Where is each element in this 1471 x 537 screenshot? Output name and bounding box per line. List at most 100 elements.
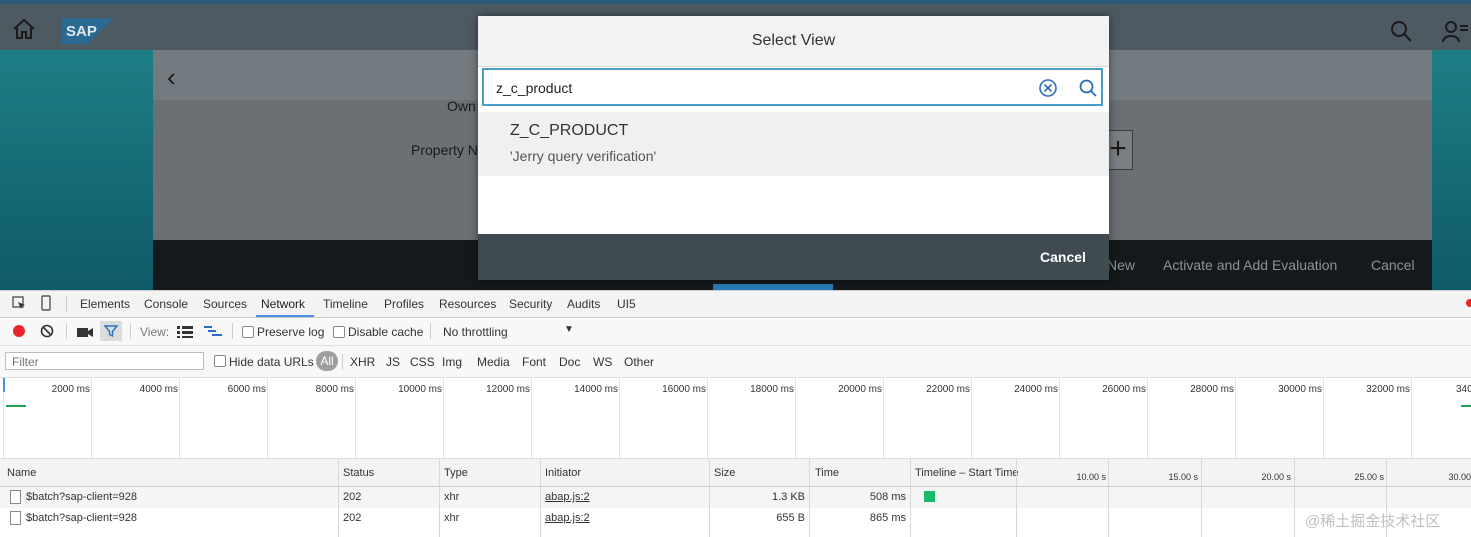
filter-type-ws[interactable]: WS (593, 355, 612, 369)
search-icon[interactable] (1078, 78, 1098, 98)
overview-waterfall-icon[interactable] (204, 325, 222, 343)
filter-type-xhr[interactable]: XHR (350, 355, 375, 369)
overview-gridline (1235, 378, 1236, 458)
throttling-select[interactable]: No throttling (443, 325, 508, 339)
column-divider[interactable] (338, 459, 339, 537)
column-divider[interactable] (439, 459, 440, 537)
waterfall-gridline (1294, 459, 1295, 537)
tab-audits[interactable]: Audits (567, 297, 600, 311)
tab-console[interactable]: Console (144, 297, 188, 311)
tab-network[interactable]: Network (261, 297, 305, 311)
column-header-initiator[interactable]: Initiator (545, 467, 581, 479)
tab-resources[interactable]: Resources (439, 297, 496, 311)
preserve-log-checkbox[interactable] (242, 326, 254, 338)
overview-gridline (795, 378, 796, 458)
waterfall-gridline (1016, 459, 1017, 537)
overview-gridline (1059, 378, 1060, 458)
file-icon (10, 490, 21, 504)
column-header-timeline[interactable]: Timeline – Start Time (915, 467, 1019, 479)
request-status: 202 (343, 491, 362, 503)
filter-bar: Hide data URLs All XHR JS CSS Img Media … (0, 346, 1471, 378)
column-header-time[interactable]: Time (815, 467, 839, 479)
chevron-down-icon[interactable]: ▼ (564, 324, 574, 335)
table-row[interactable]: $batch?sap-client=928 202 xhr abap.js:2 … (0, 487, 1471, 508)
filter-toggle-button[interactable] (100, 321, 122, 341)
column-header-type[interactable]: Type (444, 467, 468, 479)
waterfall-tick: 25.00 s (1354, 472, 1384, 482)
overview-tick: 6000 ms (227, 384, 266, 395)
clear-icon[interactable] (1038, 78, 1058, 98)
toolbar-separator (232, 323, 233, 339)
column-divider[interactable] (709, 459, 710, 537)
filter-type-media[interactable]: Media (477, 355, 510, 369)
select-view-dialog: Select View Z_C_PRODUCT 'Jerry query ver… (478, 16, 1109, 280)
hide-data-urls-checkbox[interactable] (214, 355, 226, 367)
back-icon[interactable]: ‹ (167, 62, 176, 93)
table-row[interactable]: $batch?sap-client=928 202 xhr abap.js:2 … (0, 508, 1471, 529)
column-divider[interactable] (910, 459, 911, 537)
overview-tick: 8000 ms (315, 384, 354, 395)
waterfall-tick: 30.00 (1448, 472, 1471, 482)
column-header-size[interactable]: Size (714, 467, 735, 479)
overview-gridline (883, 378, 884, 458)
tab-elements[interactable]: Elements (80, 297, 130, 311)
view-item-description: 'Jerry query verification' (510, 148, 657, 164)
user-menu-icon[interactable] (1442, 18, 1468, 44)
filter-type-other[interactable]: Other (624, 355, 654, 369)
shell-search-icon[interactable] (1388, 18, 1414, 44)
dialog-cancel-button[interactable]: Cancel (1040, 249, 1086, 265)
overview-gridline (531, 378, 532, 458)
tab-profiles[interactable]: Profiles (384, 297, 424, 311)
record-icon[interactable] (12, 324, 26, 343)
filter-type-all[interactable]: All (316, 351, 338, 371)
overview-gridline (1147, 378, 1148, 458)
waterfall-tick: 10.00 s (1076, 472, 1106, 482)
overview-tick: 16000 ms (662, 384, 706, 395)
column-header-status[interactable]: Status (343, 467, 374, 479)
column-header-name[interactable]: Name (7, 467, 36, 479)
activate-add-evaluation-button[interactable]: Activate and Add Evaluation (1163, 257, 1337, 273)
property-name-label: Property N (411, 142, 478, 158)
tab-timeline[interactable]: Timeline (323, 297, 368, 311)
column-divider[interactable] (809, 459, 810, 537)
footer-cancel-button[interactable]: Cancel (1371, 257, 1415, 273)
filter-type-js[interactable]: JS (386, 355, 400, 369)
overview-tick: 340 (1456, 384, 1471, 395)
toolbar-separator (66, 323, 67, 339)
filter-type-doc[interactable]: Doc (559, 355, 580, 369)
tab-ui5[interactable]: UI5 (617, 297, 636, 311)
devtools-panel: Elements Console Sources Network Timelin… (0, 290, 1471, 537)
home-icon[interactable] (12, 18, 36, 40)
waterfall-tick: 20.00 s (1261, 472, 1291, 482)
left-background-pane (0, 50, 153, 290)
disable-cache-checkbox[interactable] (333, 326, 345, 338)
dialog-header: Select View (478, 16, 1109, 67)
overview-gridline (1411, 378, 1412, 458)
clear-log-icon[interactable] (40, 324, 54, 343)
tab-sources[interactable]: Sources (203, 297, 247, 311)
request-initiator-link[interactable]: abap.js:2 (545, 512, 590, 524)
filter-field[interactable] (5, 352, 204, 370)
view-search-input[interactable] (494, 78, 1018, 98)
filter-type-img[interactable]: Img (442, 355, 462, 369)
request-size: 655 B (776, 512, 805, 524)
new-button[interactable]: New (1107, 257, 1135, 273)
large-rows-icon[interactable] (177, 325, 193, 343)
view-list-item[interactable]: Z_C_PRODUCT 'Jerry query verification' (478, 112, 1109, 176)
device-mode-icon[interactable] (40, 295, 52, 316)
dialog-footer: Cancel (478, 234, 1109, 280)
capture-screenshots-icon[interactable] (77, 325, 93, 343)
view-search-field[interactable] (482, 68, 1103, 106)
filter-type-css[interactable]: CSS (410, 355, 435, 369)
overview-left-handle[interactable] (3, 378, 5, 392)
request-name: $batch?sap-client=928 (26, 512, 137, 524)
tab-security[interactable]: Security (509, 297, 552, 311)
overview-tick: 30000 ms (1278, 384, 1322, 395)
column-divider[interactable] (540, 459, 541, 537)
filter-input[interactable] (10, 354, 199, 370)
hide-data-urls-label: Hide data URLs (229, 355, 314, 369)
inspect-element-icon[interactable] (12, 296, 26, 315)
filter-type-font[interactable]: Font (522, 355, 546, 369)
request-size: 1.3 KB (771, 491, 805, 503)
request-initiator-link[interactable]: abap.js:2 (545, 491, 590, 503)
